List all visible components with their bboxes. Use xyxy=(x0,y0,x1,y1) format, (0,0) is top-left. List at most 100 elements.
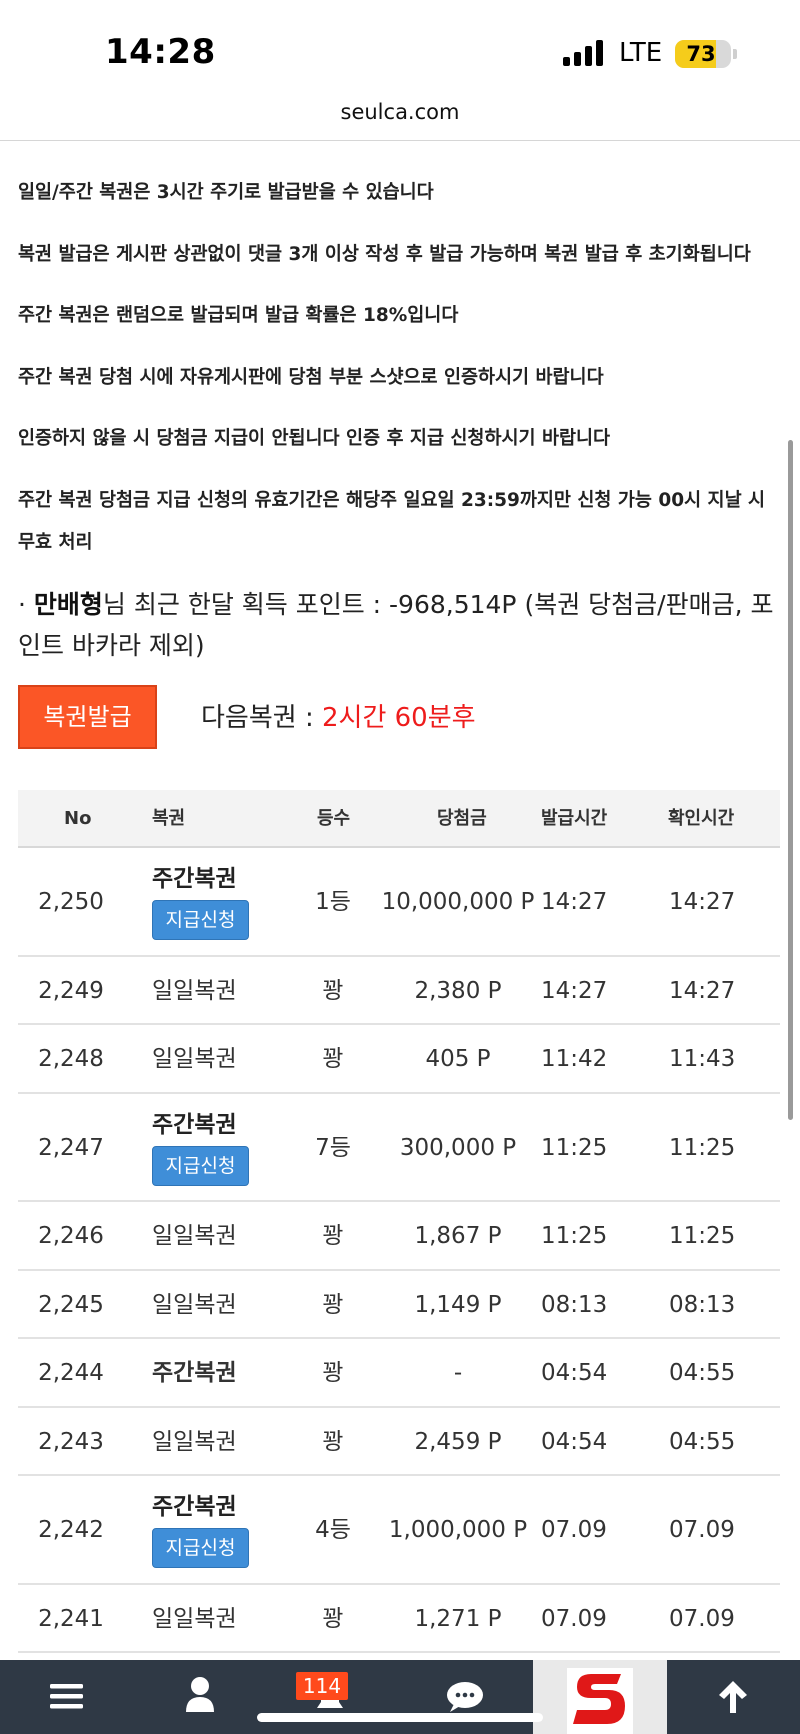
cell-rank: 꽝 xyxy=(322,1428,344,1455)
battery-icon: 73 xyxy=(675,40,731,68)
cell-rank: 꽝 xyxy=(322,1046,344,1072)
cell-prize: 10,000,000 P xyxy=(381,889,535,915)
table-row: 2,248 일일복권 꽝 405 P 11:42 11:43 xyxy=(18,1025,780,1094)
lottery-name: 주간복권 xyxy=(152,1494,237,1520)
page-scrollbar[interactable] xyxy=(788,440,793,1120)
cell-checked: 11:43 xyxy=(669,1046,736,1072)
site-logo-button[interactable] xyxy=(533,1660,667,1734)
cell-issued: 11:42 xyxy=(541,1046,608,1072)
scroll-top-button[interactable] xyxy=(667,1660,800,1734)
cell-issued: 04:54 xyxy=(541,1360,608,1386)
cell-rank: 꽝 xyxy=(322,1291,344,1318)
bottom-nav xyxy=(0,1660,800,1734)
arrow-up-icon xyxy=(719,1681,747,1713)
cell-checked: 07.09 xyxy=(669,1605,735,1632)
cell-checked: 14:27 xyxy=(669,977,736,1004)
cell-no: 2,241 xyxy=(38,1605,104,1632)
cell-lottery: 주간복권 지급신청 xyxy=(152,1492,249,1568)
cell-prize: 1,867 P xyxy=(414,1223,502,1249)
user-button[interactable] xyxy=(135,1660,265,1734)
notice-item: 주간 복권은 랜덤으로 발급되며 발급 확률은 18%입니다 xyxy=(18,305,459,326)
cell-issued: 11:25 xyxy=(541,1134,608,1161)
cell-issued: 04:54 xyxy=(541,1428,608,1455)
header-issued: 발급시간 xyxy=(541,808,608,829)
home-indicator[interactable] xyxy=(257,1713,543,1722)
cell-prize: 300,000 P xyxy=(399,1134,517,1161)
cell-issued: 14:27 xyxy=(541,889,608,915)
next-lottery: 다음복권 : 2시간 60분후 xyxy=(201,697,476,734)
table-row: 2,247 주간복권 지급신청 7등 300,000 P 11:25 11:25 xyxy=(18,1094,780,1202)
signal-icon xyxy=(563,40,605,66)
cell-checked: 11:25 xyxy=(669,1134,736,1161)
next-lottery-label: 다음복권 : xyxy=(201,703,322,733)
cell-checked: 14:27 xyxy=(669,889,736,915)
cell-no: 2,243 xyxy=(38,1428,104,1455)
cell-prize: 1,000,000 P xyxy=(388,1517,528,1543)
cell-prize: 2,459 P xyxy=(414,1428,502,1455)
table-row: 2,244 주간복권 꽝 - 04:54 04:55 xyxy=(18,1339,780,1408)
cell-prize: 1,271 P xyxy=(414,1605,502,1632)
notice-item: 복권 발급은 게시판 상관없이 댓글 3개 이상 작성 후 발급 가능하며 복권… xyxy=(18,243,751,265)
table-row: 2,249 일일복권 꽝 2,380 P 14:27 14:27 xyxy=(18,957,780,1025)
cell-lottery: 주간복권 지급신청 xyxy=(152,864,249,940)
cell-prize: - xyxy=(453,1360,463,1386)
menu-button[interactable] xyxy=(0,1660,130,1734)
chat-icon xyxy=(447,1682,483,1712)
notice-item: 주간 복권 당첨금 지급 신청의 유효기간은 해당주 일요일 23:59까지만 … xyxy=(18,489,766,553)
address-bar[interactable]: seulca.com xyxy=(0,95,800,141)
cell-lottery: 일일복권 xyxy=(152,1291,237,1318)
header-checked: 확인시간 xyxy=(668,808,735,829)
notice-item: 일일/주간 복권은 3시간 주기로 발급받을 수 있습니다 xyxy=(18,182,434,203)
notice-item: 인증하지 않을 시 당첨금 지급이 안됩니다 인증 후 지급 신청하시기 바랍니… xyxy=(18,428,611,449)
next-lottery-time: 2시간 60분후 xyxy=(321,703,476,733)
cell-no: 2,248 xyxy=(38,1046,104,1072)
claim-button[interactable]: 지급신청 xyxy=(152,1145,249,1186)
lottery-name: 주간복권 xyxy=(152,1111,237,1138)
issue-lottery-button[interactable]: 복권발급 xyxy=(18,685,157,749)
cell-lottery: 일일복권 xyxy=(152,1428,237,1455)
cell-rank: 꽝 xyxy=(322,1605,344,1632)
status-bar: 14:28 LTE 73 xyxy=(0,0,800,95)
cell-issued: 07.09 xyxy=(541,1517,607,1543)
cell-no: 2,249 xyxy=(38,977,104,1004)
cell-checked: 07.09 xyxy=(669,1517,735,1543)
header-rank: 등수 xyxy=(317,808,351,829)
claim-button[interactable]: 지급신청 xyxy=(152,1528,249,1568)
cell-rank: 꽝 xyxy=(322,977,344,1004)
cell-prize: 405 P xyxy=(425,1046,491,1072)
cell-no: 2,250 xyxy=(38,889,104,915)
lottery-name: 주간복권 xyxy=(152,866,237,892)
chat-button[interactable] xyxy=(400,1660,530,1734)
cell-lottery: 주간복권 지급신청 xyxy=(152,1110,249,1186)
cell-checked: 11:25 xyxy=(669,1223,736,1249)
cell-no: 2,247 xyxy=(38,1134,104,1161)
cell-lottery: 일일복권 xyxy=(152,1605,237,1632)
claim-button[interactable]: 지급신청 xyxy=(152,900,249,940)
status-time: 14:28 xyxy=(105,32,216,72)
cell-rank: 7등 xyxy=(315,1134,351,1161)
username[interactable]: 만배형 xyxy=(34,590,103,619)
cell-rank: 꽝 xyxy=(322,1223,344,1249)
monthly-points: · 만배형님 최근 한달 획득 포인트 : -968,514P (복권 당첨금/… xyxy=(18,584,780,666)
cell-issued: 07.09 xyxy=(541,1605,607,1632)
header-prize: 당첨금 xyxy=(437,808,487,829)
notice-item: 주간 복권 당첨 시에 자유게시판에 당첨 부분 스샷으로 인증하시기 바랍니다 xyxy=(18,366,604,388)
table-row: 2,246 일일복권 꽝 1,867 P 11:25 11:25 xyxy=(18,1202,780,1271)
cell-lottery: 일일복권 xyxy=(152,1046,237,1072)
cell-prize: 1,149 P xyxy=(414,1291,502,1318)
points-text: 님 최근 한달 획득 포인트 : -968,514P (복권 당첨금/판매금, … xyxy=(18,590,774,660)
table-row: 2,245 일일복권 꽝 1,149 P 08:13 08:13 xyxy=(18,1271,780,1339)
site-logo xyxy=(567,1668,633,1734)
cell-lottery: 주간복권 xyxy=(152,1360,237,1386)
cell-issued: 14:27 xyxy=(541,977,608,1004)
lottery-table: No 복권 등수 당첨금 발급시간 확인시간 2,250 주간복권 지급신청 1… xyxy=(18,790,780,1653)
cell-issued: 11:25 xyxy=(541,1223,608,1249)
table-row: 2,241 일일복권 꽝 1,271 P 07.09 07.09 xyxy=(18,1585,780,1653)
issue-section: 복권발급 다음복권 : 2시간 60분후 xyxy=(18,685,778,749)
cell-rank: 1등 xyxy=(315,889,351,915)
cell-rank: 4등 xyxy=(315,1517,351,1543)
table-row: 2,242 주간복권 지급신청 4등 1,000,000 P 07.09 07.… xyxy=(18,1476,780,1585)
notification-badge: 114 xyxy=(296,1672,348,1700)
cell-checked: 04:55 xyxy=(669,1428,736,1455)
header-lottery: 복권 xyxy=(152,808,186,829)
